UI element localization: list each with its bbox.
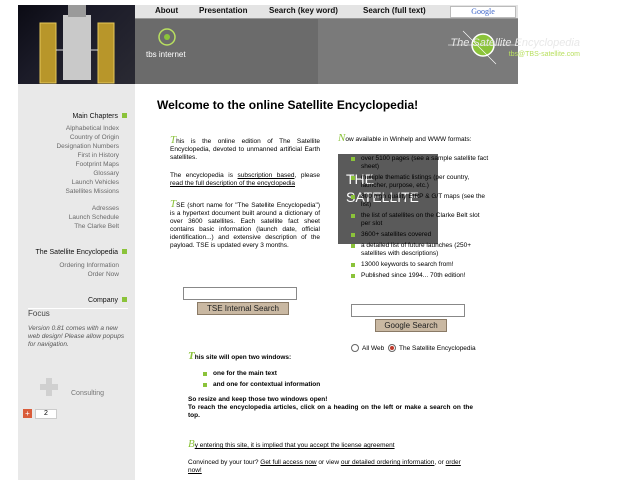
windows-text: his site will open two windows: — [194, 354, 292, 361]
sidebar-encyclopedia[interactable]: The Satellite Encyclopedia — [35, 249, 127, 256]
convinced-paragraph: Convinced by your tour? Get full access … — [188, 459, 473, 475]
tse-search-button[interactable]: TSE Internal Search — [197, 302, 289, 315]
radio-tse-label: The Satellite Encyclopedia — [399, 345, 476, 352]
consulting-plus-icon — [40, 378, 58, 396]
list-item: one for the main text — [203, 370, 363, 378]
list-item: 13000 keywords to search from! — [351, 261, 489, 269]
radio-all-web-label: All Web — [362, 345, 385, 352]
intro-text: his is the online edition of The Satelli… — [170, 138, 320, 161]
sidebar-item-clarke-belt[interactable]: The Clarke Belt — [74, 223, 119, 230]
nav-presentation[interactable]: Presentation — [199, 6, 247, 15]
sidebar-item-glossary[interactable]: Glossary — [93, 170, 119, 177]
intro-paragraph: This is the online edition of The Satell… — [170, 135, 320, 162]
license-initial: B — [188, 438, 195, 450]
resize-text: So resize and keep those two windows ope… — [188, 396, 328, 403]
list-item: and one for contextual information — [203, 381, 363, 389]
windows-list: one for the main text and one for contex… — [203, 370, 363, 392]
nav-search-keyword[interactable]: Search (key word) — [269, 6, 338, 15]
windows-initial: T — [188, 350, 195, 362]
radio-all-web[interactable] — [351, 344, 359, 352]
sidebar-item-designation[interactable]: Designation Numbers — [56, 143, 119, 150]
bullet-icon — [122, 249, 127, 254]
features-list: over 5100 pages (see a sample satellite … — [351, 155, 489, 283]
google-logo: Google — [450, 6, 516, 18]
list-item: a detailed list of future launches (250+… — [351, 242, 489, 258]
license-link[interactable]: y entering this site, it is implied that… — [195, 442, 395, 449]
sidebar-item-missions[interactable]: Satellites Missions — [66, 188, 119, 195]
radio-tse[interactable] — [388, 344, 396, 352]
tse-paragraph: TSE (short name for "The Satellite Encyc… — [170, 199, 320, 250]
subscription-mid: , please — [294, 172, 320, 179]
focus-text: Version 0.81 comes with a new web design… — [28, 325, 125, 348]
license-paragraph[interactable]: By entering this site, it is implied tha… — [188, 438, 473, 450]
convinced-mid2: , or — [434, 459, 446, 466]
focus-title: Focus — [28, 309, 50, 318]
sidebar-item-country[interactable]: Country of Origin — [70, 134, 119, 141]
company-label: Company — [88, 297, 118, 304]
sidebar-item-order-now[interactable]: Order Now — [88, 271, 119, 278]
tse-text: SE (short name for "The Satellite Encycl… — [170, 202, 320, 249]
sidebar-item-alphabetical[interactable]: Alphabetical Index — [66, 125, 119, 132]
sidebar-item-footprint[interactable]: Footprint Maps — [76, 161, 119, 168]
ordering-info-link[interactable]: our detailed ordering information — [341, 459, 435, 466]
subscription-link[interactable]: subscription based — [238, 172, 295, 179]
share-count: 2 — [35, 409, 57, 419]
radio-selected-dot — [390, 346, 394, 350]
satellite-image — [39, 5, 115, 84]
subscription-paragraph: The encyclopedia is subscription based, … — [170, 172, 320, 188]
satellite-photo — [18, 5, 135, 84]
list-item: the list of satellites on the Clarke Bel… — [351, 212, 489, 228]
nav-about[interactable]: About — [155, 6, 178, 15]
encyclopedia-label: The Satellite Encyclopedia — [35, 249, 119, 256]
subscription-pre: The encyclopedia is — [170, 172, 238, 179]
google-search-button[interactable]: Google Search — [375, 319, 447, 332]
now-text: ow available in Winhelp and WWW formats: — [345, 136, 472, 143]
contact-email[interactable]: tbs@TBS-satellite.com — [509, 51, 580, 58]
tse-search-input[interactable] — [183, 287, 297, 300]
list-item: Published since 1994... 70th edition! — [351, 272, 489, 280]
bullet-icon — [122, 113, 127, 118]
google-search-input[interactable] — [351, 304, 465, 317]
share-plus-icon[interactable]: + — [23, 409, 32, 418]
consulting-label[interactable]: Consulting — [71, 390, 104, 397]
sidebar-company[interactable]: Company — [88, 297, 127, 304]
list-item: multiple thematic listings (per country,… — [351, 174, 489, 190]
site-title: The Satellite Encyclopedia — [450, 37, 580, 49]
sidebar-item-launch-schedule[interactable]: Launch Schedule — [69, 214, 119, 221]
list-item[interactable]: over 5100 pages (see a sample satellite … — [351, 155, 489, 171]
windows-paragraph: This site will open two windows: — [188, 350, 388, 362]
sidebar: Main Chapters Alphabetical Index Country… — [18, 84, 135, 480]
sidebar-item-launch-vehicles[interactable]: Launch Vehicles — [72, 179, 119, 186]
tbs-logo[interactable]: tbs internet — [146, 50, 186, 59]
sidebar-item-adresses[interactable]: Adresses — [92, 205, 119, 212]
full-description-link[interactable]: read the full description of the encyclo… — [170, 180, 295, 187]
page-title: Welcome to the online Satellite Encyclop… — [157, 98, 419, 112]
list-item: 3600+ satellites covered — [351, 231, 489, 239]
main-chapters-label: Main Chapters — [72, 113, 118, 120]
sidebar-main-chapters[interactable]: Main Chapters — [72, 113, 127, 120]
convinced-mid: or view — [316, 459, 341, 466]
reach-text: To reach the encyclopedia articles, clic… — [188, 404, 473, 419]
convinced-pre: Convinced by your tour? — [188, 459, 261, 466]
bullet-icon — [122, 297, 127, 302]
sidebar-item-first[interactable]: First in History — [77, 152, 119, 159]
nav-search-fulltext[interactable]: Search (full text) — [363, 6, 426, 15]
full-access-link[interactable]: Get full access now — [260, 459, 316, 466]
list-item[interactable]: 800 high quality EIRP & G/T maps (see th… — [351, 193, 489, 209]
sidebar-item-ordering[interactable]: Ordering Information — [59, 262, 119, 269]
now-available-paragraph: Now available in Winhelp and WWW formats… — [338, 133, 496, 144]
